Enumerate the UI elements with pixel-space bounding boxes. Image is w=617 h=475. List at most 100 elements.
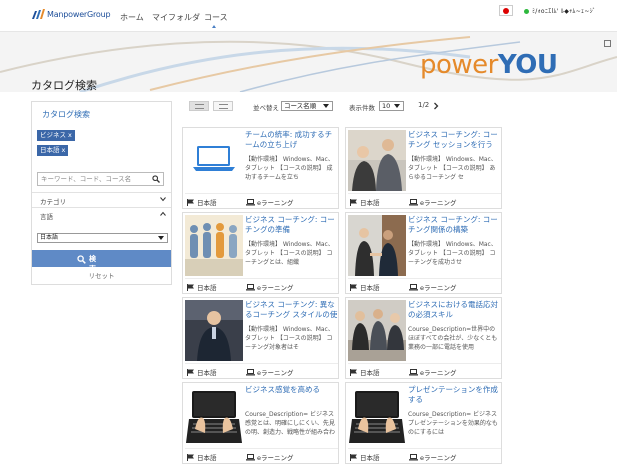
course-language: 日本語 [187, 452, 217, 462]
course-card[interactable]: ビジネス感覚を高める Course_Description= ビジネス感覚とは、明… [182, 382, 339, 464]
course-type-label: eラーニング [420, 454, 457, 462]
language-flag-icon [350, 284, 357, 291]
course-meta: 日本語 eラーニング [185, 363, 338, 377]
course-card[interactable]: ビジネス コーチング: コーチングの準備 【動作環境】 Windows、Mac、タ… [182, 212, 339, 294]
course-thumbnail[interactable] [185, 215, 243, 276]
course-card[interactable]: ビジネス コーチング: コーチング関係の構築【動作環境】 Windows、Mac… [345, 212, 502, 294]
elearning-laptop-icon [409, 454, 418, 461]
course-title[interactable]: ビジネス コーチング: 異なるコーチング スタイルの使用 [245, 300, 338, 321]
course-title[interactable]: ビジネス コーチング: コーチング関係の構築 [408, 215, 501, 235]
course-description: Course_Description= ビジネス感覚とは、明確にしにくい、先見の… [245, 411, 336, 436]
course-type-label: eラーニング [420, 199, 457, 207]
course-card[interactable]: ビジネス コーチング: 異なるコーチング スタイルの使用【動作環境】 Windo… [182, 297, 339, 379]
course-thumbnail[interactable] [348, 385, 406, 446]
nav-my-folder[interactable]: マイフォルダ [152, 12, 200, 23]
select-arrow-icon [394, 104, 400, 108]
catalog-sidebar: カタログ検索 ビジネスx 日本語x カテゴリ 言語 日本語 検索 リセット [31, 101, 172, 285]
language-toggle[interactable]: 言語 [32, 207, 171, 222]
course-description: Course_Description=世界中のほぼすべての会社が、少なくとも業務… [408, 326, 498, 351]
course-description: 【動作環境】 Windows、Mac、タブレット 【コースの説明】 コーチング対… [245, 326, 334, 351]
japan-flag-icon[interactable] [499, 5, 513, 16]
course-language-label: 日本語 [360, 454, 380, 462]
course-language: 日本語 [187, 367, 217, 377]
course-card[interactable]: プレゼンテーションを作成する Course_Description= ビジネス プ… [345, 382, 502, 464]
course-title[interactable]: ビジネス コーチング: コーチングの準備 [245, 215, 338, 235]
list-view-button[interactable] [213, 101, 233, 111]
course-language: 日本語 [350, 452, 380, 462]
user-name[interactable]: ﾐ/ｫoﾆｴlﾑ' ﾙ◆ｬﾑ~ｪ~ｼﾞ [532, 6, 596, 15]
brand-logo[interactable]: ManpowerGroup [30, 7, 112, 23]
course-card[interactable]: ビジネス コーチング: コーチング セッションを行う 【動作環境】 Windows… [345, 127, 502, 209]
course-card[interactable]: ビジネスにおける電話応対の必須スキル Course_Description=世界中… [345, 297, 502, 379]
course-type: eラーニング [409, 197, 457, 207]
language-flag-icon [187, 369, 194, 376]
course-thumbnail[interactable] [185, 385, 243, 446]
course-meta: 日本語 eラーニング [348, 448, 501, 462]
reset-link[interactable]: リセット [32, 270, 171, 280]
expand-icon[interactable] [604, 40, 611, 47]
course-language-label: 日本語 [197, 199, 217, 207]
course-title[interactable]: ビジネスにおける電話応対の必須スキル [408, 300, 501, 320]
course-title[interactable]: プレゼンテーションを作成する [408, 385, 501, 405]
grid-view-icon [195, 104, 204, 109]
course-title[interactable]: チームの統率: 成功するチームの立ち上げ [245, 130, 338, 150]
course-type-label: eラーニング [420, 284, 457, 292]
course-language: 日本語 [350, 282, 380, 292]
elearning-laptop-icon [409, 369, 418, 376]
course-meta: 日本語 eラーニング [348, 193, 501, 207]
remove-icon[interactable]: x [62, 146, 66, 154]
course-card[interactable]: チームの統率: 成功するチームの立ち上げ【動作環境】 Windows、Mac、タ… [182, 127, 339, 209]
course-thumbnail[interactable] [348, 130, 406, 191]
nav-active-indicator [212, 25, 216, 28]
remove-icon[interactable]: x [68, 131, 72, 139]
filter-chip-business[interactable]: ビジネス x [37, 130, 75, 141]
course-thumbnail[interactable] [185, 130, 243, 191]
search-button[interactable]: 検索 [32, 250, 171, 273]
category-toggle[interactable]: カテゴリ [32, 192, 171, 207]
grid-view-button[interactable] [189, 101, 209, 111]
language-label: 言語 [40, 213, 53, 221]
course-type: eラーニング [246, 367, 294, 377]
elearning-laptop-icon [246, 454, 255, 461]
count-select-value: 10 [382, 102, 391, 110]
course-type: eラーニング [409, 282, 457, 292]
logo-mark-icon [32, 9, 45, 19]
nav-home[interactable]: ホーム [120, 12, 144, 23]
select-arrow-icon [158, 236, 164, 240]
page-title: カタログ検索 [31, 79, 97, 92]
keyword-search [37, 172, 164, 186]
course-thumbnail[interactable] [185, 300, 243, 361]
course-meta: 日本語 eラーニング [348, 363, 501, 377]
filter-chip-japanese[interactable]: 日本語 x [37, 145, 69, 156]
elearning-laptop-icon [409, 284, 418, 291]
chevron-down-icon [160, 197, 166, 202]
count-select[interactable]: 10 [379, 101, 404, 111]
course-title[interactable]: ビジネス コーチング: コーチング セッションを行う [408, 130, 501, 150]
keyword-search-input[interactable] [38, 173, 150, 185]
language-flag-icon [350, 199, 357, 206]
search-icon [77, 255, 86, 264]
course-type: eラーニング [246, 452, 294, 462]
sort-select[interactable]: コース名順 [281, 101, 333, 111]
course-thumbnail[interactable] [348, 300, 406, 361]
nav-course[interactable]: コース [204, 12, 228, 23]
course-language: 日本語 [187, 197, 217, 207]
course-description: 【動作環境】 Windows、Mac、タブレット 【コースの説明】 コーチングを… [408, 241, 497, 266]
language-flag-icon [187, 284, 194, 291]
course-thumbnail[interactable] [348, 215, 406, 276]
course-type-label: eラーニング [257, 369, 294, 377]
course-language-label: 日本語 [197, 369, 217, 377]
course-description: Course_Description= ビジネス プレゼンテーションを効果的なも… [408, 411, 498, 436]
course-language-label: 日本語 [197, 454, 217, 462]
list-view-icon [219, 104, 228, 109]
language-select[interactable]: 日本語 [37, 233, 168, 243]
course-type: eラーニング [246, 197, 294, 207]
course-meta: 日本語 eラーニング [185, 193, 338, 207]
course-description: 【動作環境】 Windows、Mac、タブレット 【コースの説明】 成功するチー… [245, 156, 334, 181]
course-title[interactable]: ビジネス感覚を高める [245, 385, 338, 395]
course-type-label: eラーニング [257, 454, 294, 462]
chevron-right-icon[interactable] [433, 102, 439, 110]
search-icon[interactable] [152, 175, 160, 183]
page-indicator: 1/2 [418, 101, 430, 109]
language-flag-icon [350, 454, 357, 461]
